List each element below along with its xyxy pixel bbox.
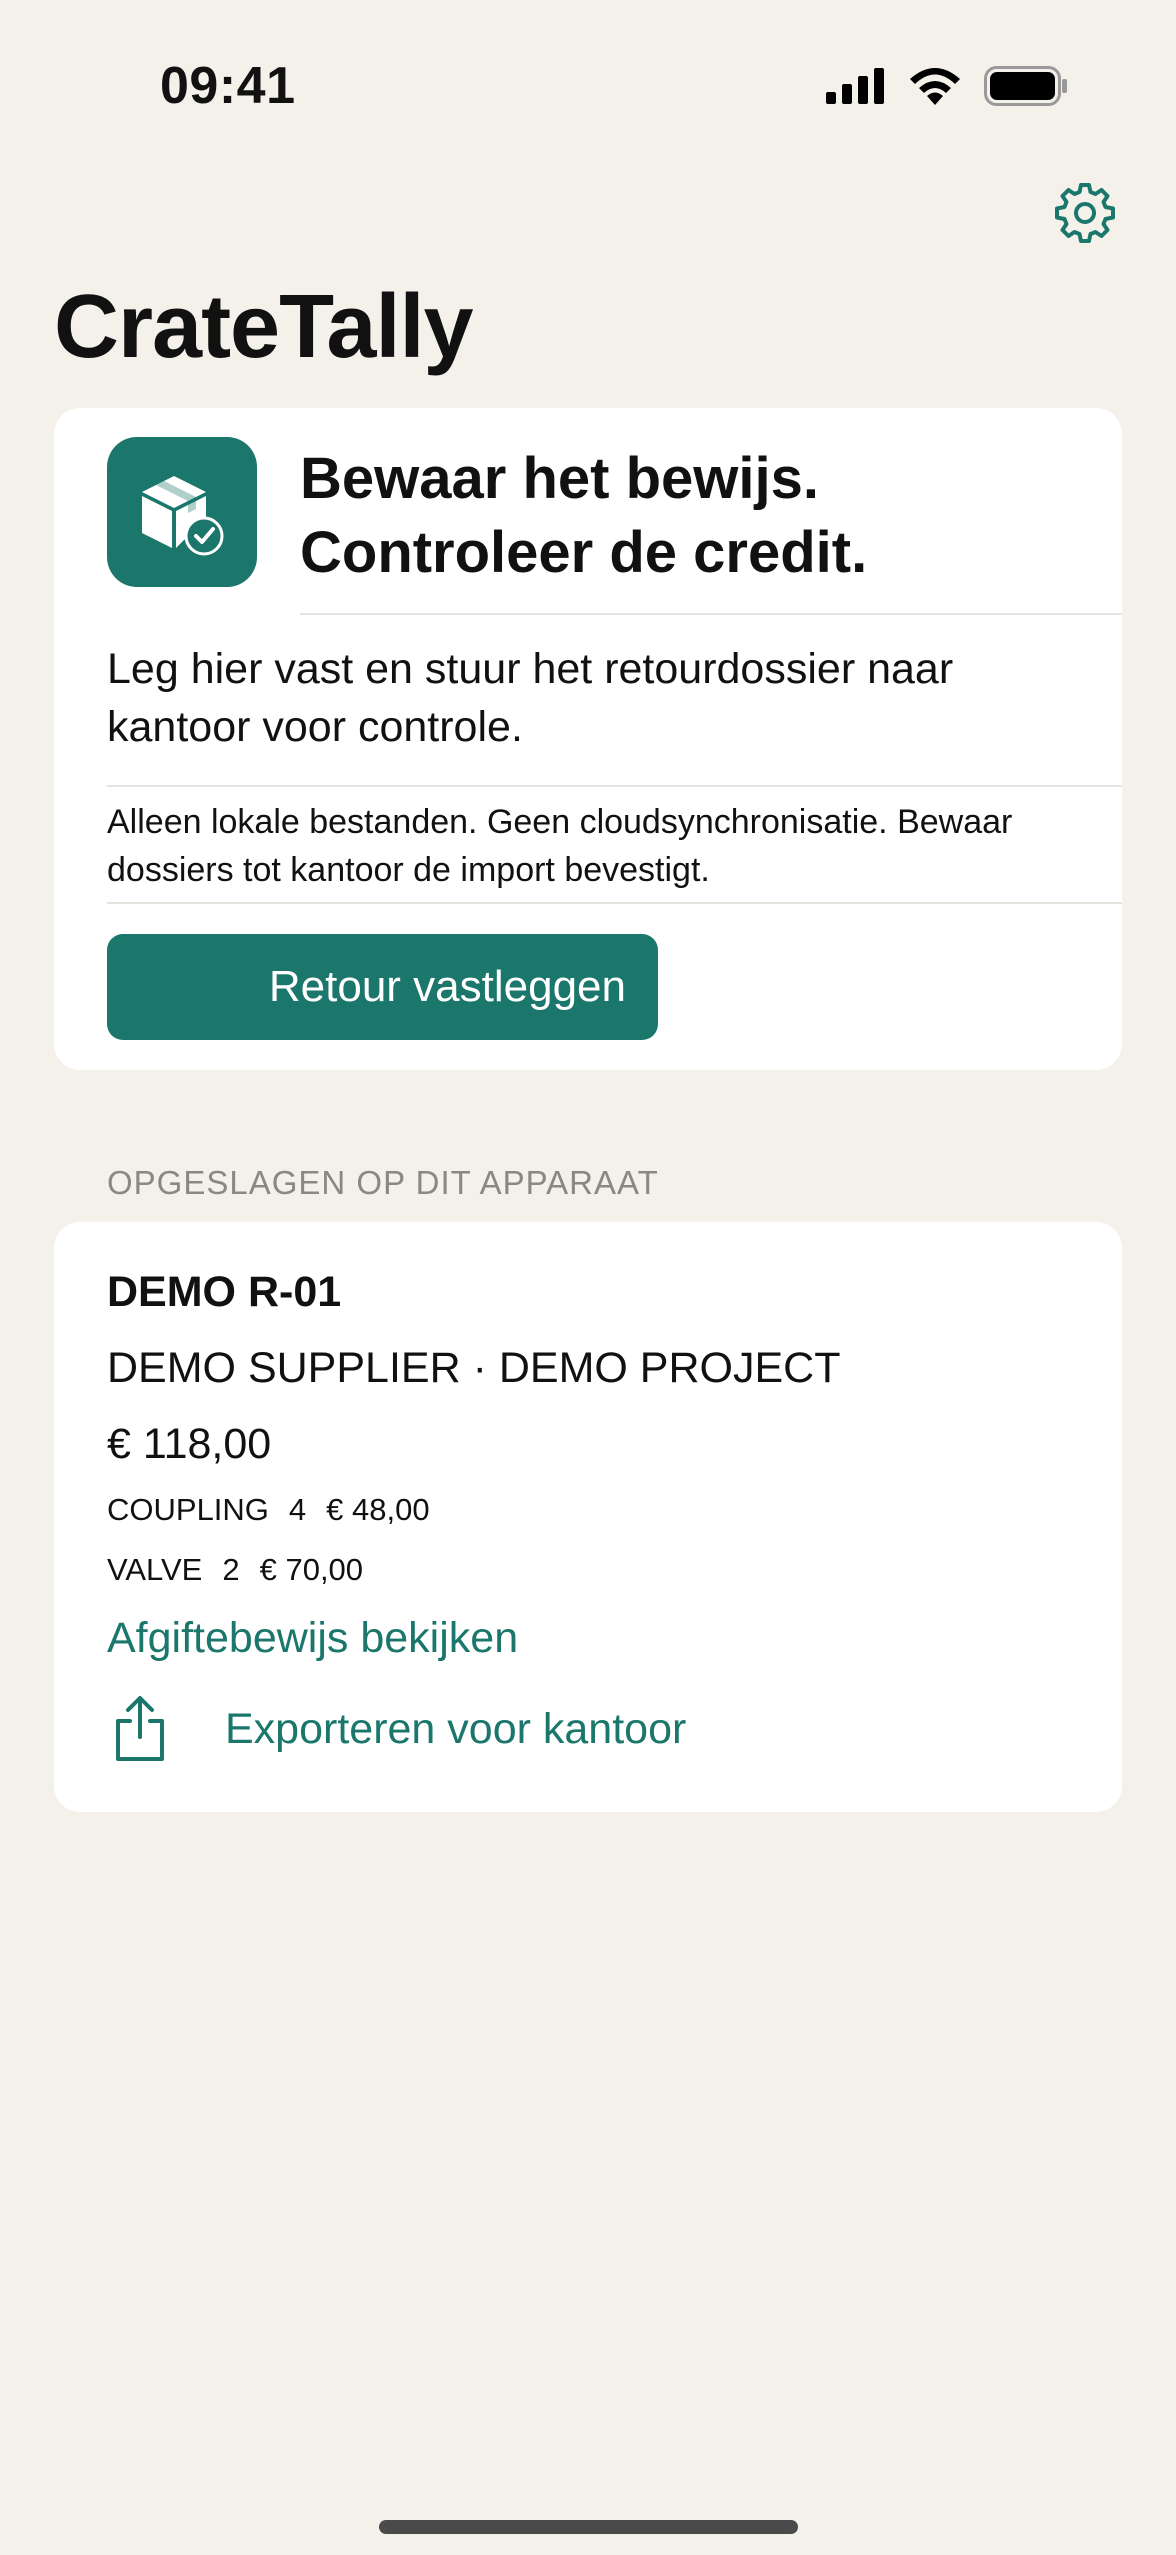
divider xyxy=(300,613,1122,615)
line-item-amount: € 48,00 xyxy=(326,1492,430,1527)
item-total: € 118,00 xyxy=(107,1420,272,1468)
settings-button[interactable] xyxy=(1050,178,1120,248)
divider xyxy=(107,902,1122,904)
wifi-icon xyxy=(910,68,960,105)
share-icon xyxy=(116,1696,164,1761)
home-indicator[interactable] xyxy=(379,2520,798,2534)
item-title: DEMO R-01 xyxy=(107,1268,342,1316)
battery-icon xyxy=(984,66,1067,106)
signal-icon xyxy=(826,68,884,104)
package-check-icon xyxy=(142,476,224,556)
gear-icon xyxy=(1055,183,1115,243)
hero-lead-text: Leg hier vast en stuur het retourdossier… xyxy=(107,645,954,751)
divider xyxy=(107,785,1122,787)
line-item-name: VALVE xyxy=(107,1552,203,1587)
line-item-amount: € 70,00 xyxy=(259,1552,364,1587)
headline-line-1: Bewaar het bewijs. xyxy=(300,446,819,511)
status-time: 09:41 xyxy=(160,57,296,115)
line-item: COUPLING 4 € 48,00 xyxy=(107,1492,430,1528)
export-label: Exporteren voor kantoor xyxy=(225,1704,687,1753)
saved-item-card: DEMO R-01 DEMO SUPPLIER · DEMO PROJECT €… xyxy=(54,1222,1122,1812)
hero-headline: Bewaar het bewijs. Controleer de credit. xyxy=(300,442,867,590)
line-item: VALVE 2 € 70,00 xyxy=(107,1552,363,1588)
app-icon xyxy=(107,437,257,587)
item-subtitle: DEMO SUPPLIER · DEMO PROJECT xyxy=(107,1344,841,1392)
share-icon-wrap xyxy=(107,1692,173,1766)
view-receipt-link[interactable]: Afgiftebewijs bekijken xyxy=(107,1614,518,1663)
export-button[interactable]: Exporteren voor kantoor xyxy=(107,1692,686,1766)
status-icons xyxy=(826,66,1068,106)
record-return-button[interactable]: Retour vastleggen xyxy=(107,934,658,1040)
line-item-qty: 4 xyxy=(288,1492,307,1527)
line-item-name: COUPLING xyxy=(107,1492,269,1527)
headline-line-2: Controleer de credit. xyxy=(300,520,868,585)
status-bar: 09:41 xyxy=(0,0,1176,150)
section-header-saved: OPGESLAGEN OP DIT APPARAAT xyxy=(107,1164,659,1201)
privacy-note: Alleen lokale bestanden. Geen cloudsynch… xyxy=(107,803,1013,889)
app-title: CrateTally xyxy=(54,277,474,377)
hero-card: Bewaar het bewijs. Controleer de credit.… xyxy=(54,408,1122,1070)
line-item-qty: 2 xyxy=(222,1552,240,1587)
